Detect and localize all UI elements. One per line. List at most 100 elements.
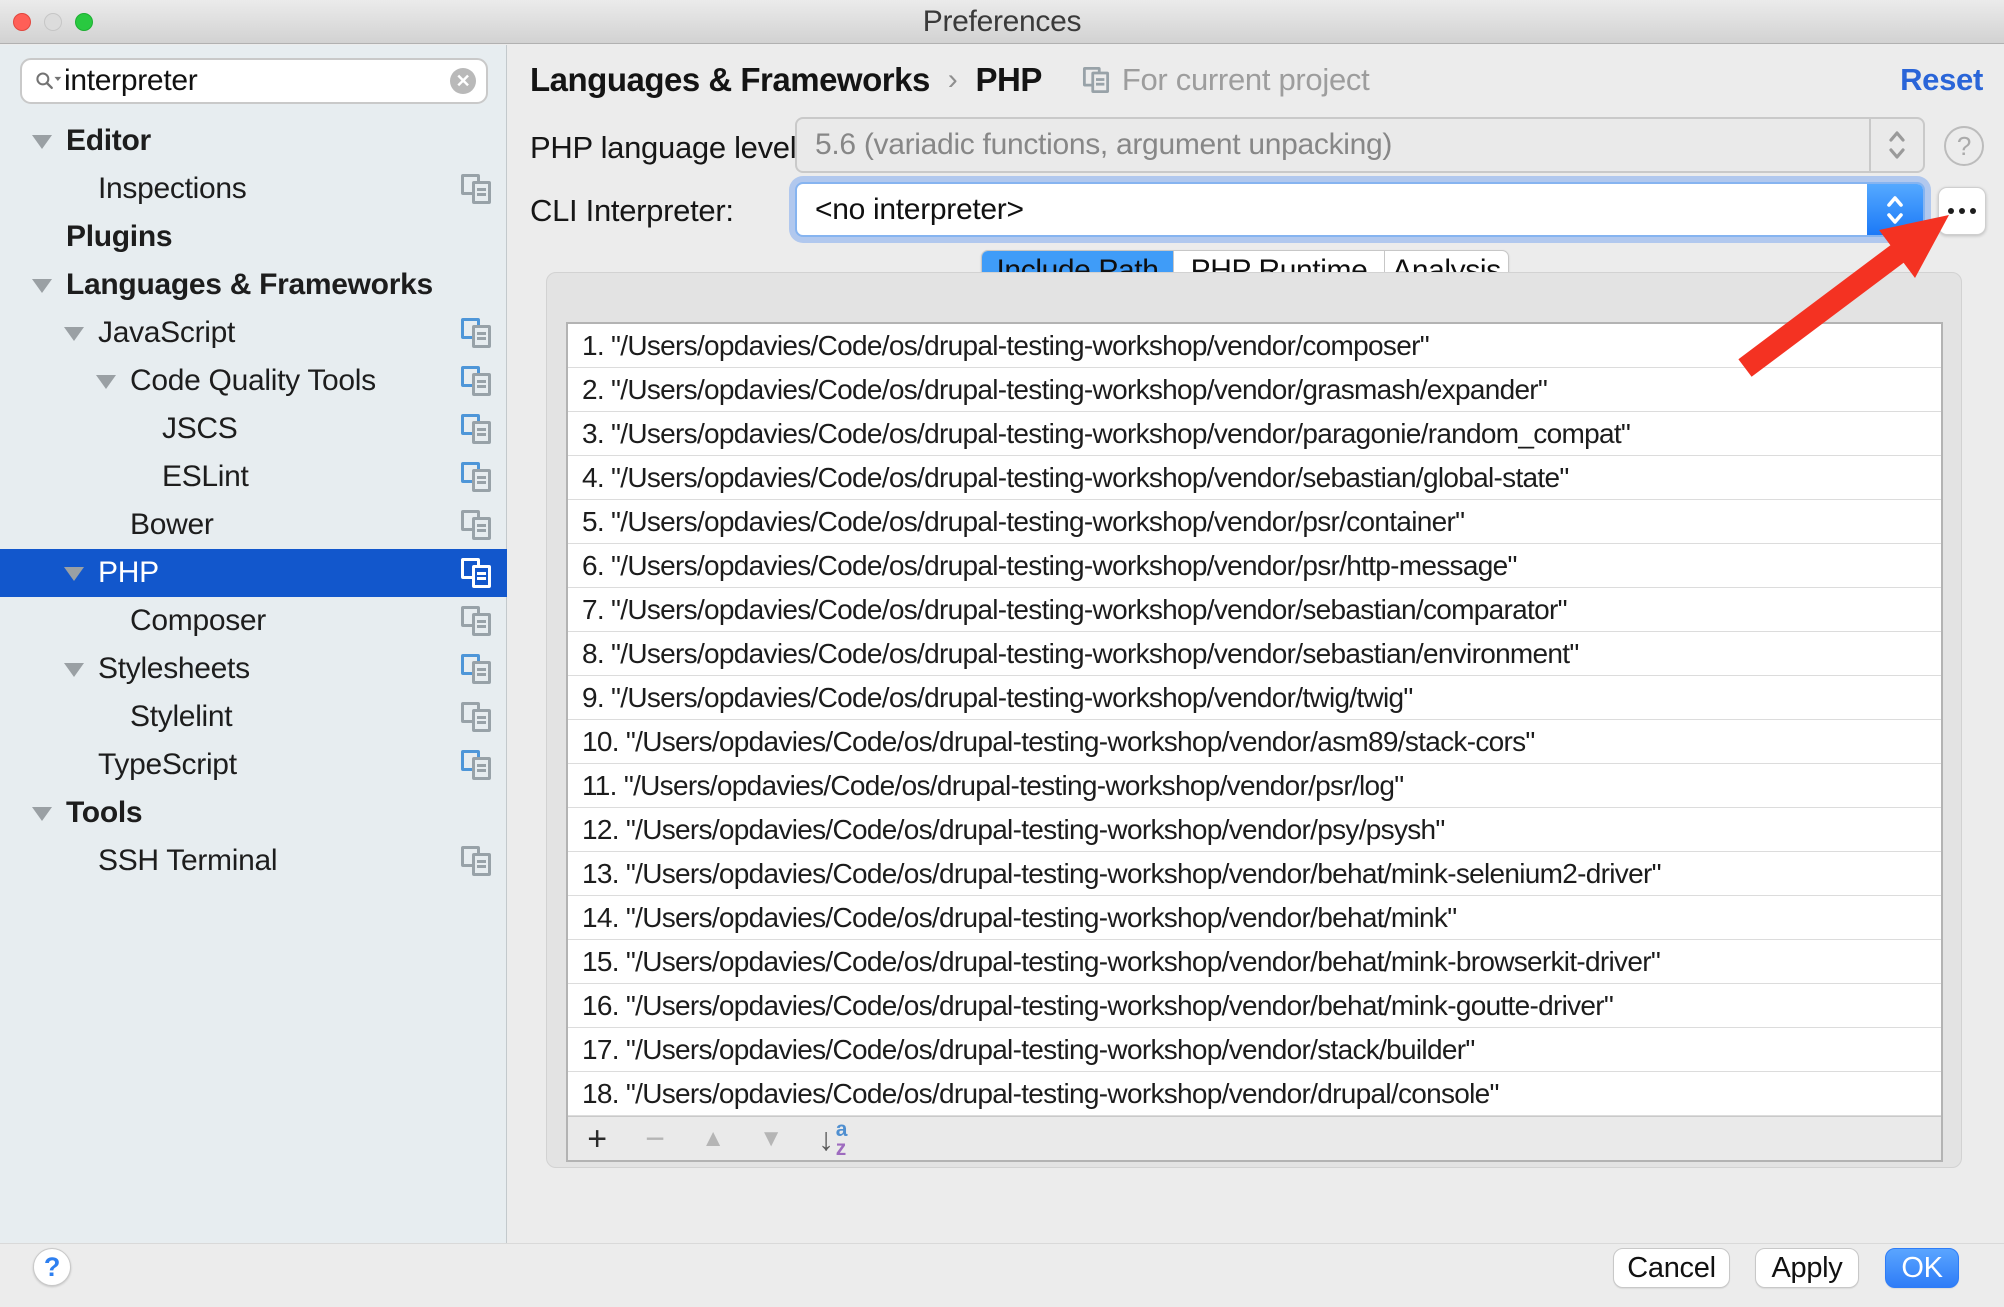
chevron-down-icon[interactable] <box>96 375 116 389</box>
ok-button[interactable]: OK <box>1885 1248 1959 1288</box>
sidebar-item-label: Languages & Frameworks <box>66 268 433 302</box>
include-path-row[interactable]: 15. "/Users/opdavies/Code/os/drupal-test… <box>568 940 1941 984</box>
chevron-down-icon[interactable] <box>32 135 52 149</box>
scope-label: For current project <box>1122 62 1370 98</box>
sidebar-item-eslint[interactable]: ESLint <box>0 453 507 501</box>
chevron-down-icon[interactable] <box>64 327 84 341</box>
language-level-value: 5.6 (variadic functions, argument unpack… <box>815 119 1392 171</box>
move-down-button: ▼ <box>742 1119 800 1159</box>
include-path-row[interactable]: 17. "/Users/opdavies/Code/os/drupal-test… <box>568 1028 1941 1072</box>
sidebar-item-php[interactable]: PHP <box>0 549 507 597</box>
sidebar-item-ssh-terminal[interactable]: SSH Terminal <box>0 837 507 885</box>
help-button[interactable]: ? <box>33 1248 71 1286</box>
include-path-row[interactable]: 13. "/Users/opdavies/Code/os/drupal-test… <box>568 852 1941 896</box>
traffic-lights <box>13 13 93 31</box>
list-toolbar: +−▲▼↓az <box>568 1116 1941 1160</box>
zoom-window-button[interactable] <box>75 13 93 31</box>
sidebar-item-stylesheets[interactable]: Stylesheets <box>0 645 507 693</box>
sidebar-item-typescript[interactable]: TypeScript <box>0 741 507 789</box>
settings-copy-icon <box>461 462 491 492</box>
sort-alphabetically-button[interactable]: ↓az <box>818 1120 847 1158</box>
sidebar-item-label: Composer <box>130 604 266 638</box>
settings-copy-icon <box>461 318 491 348</box>
footer-bar: ? Cancel Apply OK <box>0 1243 2004 1307</box>
breadcrumb-php[interactable]: PHP <box>976 61 1042 99</box>
sidebar-item-label: Stylelint <box>130 700 232 734</box>
chevron-down-icon[interactable] <box>32 279 52 293</box>
language-level-help-button[interactable]: ? <box>1944 126 1984 166</box>
sidebar-item-stylelint[interactable]: Stylelint <box>0 693 507 741</box>
settings-copy-icon <box>461 654 491 684</box>
sidebar-item-label: Bower <box>130 508 214 542</box>
settings-copy-icon <box>461 750 491 780</box>
include-path-row[interactable]: 9. "/Users/opdavies/Code/os/drupal-testi… <box>568 676 1941 720</box>
chevron-down-icon[interactable] <box>32 807 52 821</box>
include-path-row[interactable]: 4. "/Users/opdavies/Code/os/drupal-testi… <box>568 456 1941 500</box>
sidebar-item-label: Plugins <box>66 220 172 254</box>
sidebar-item-label: JavaScript <box>98 316 235 350</box>
sidebar-item-javascript[interactable]: JavaScript <box>0 309 507 357</box>
sidebar-item-plugins[interactable]: Plugins <box>0 213 507 261</box>
include-path-row[interactable]: 10. "/Users/opdavies/Code/os/drupal-test… <box>568 720 1941 764</box>
titlebar: Preferences <box>0 0 2004 44</box>
cli-interpreter-browse-button[interactable] <box>1938 187 1986 235</box>
apply-button[interactable]: Apply <box>1755 1248 1859 1288</box>
settings-copy-icon <box>461 174 491 204</box>
include-path-row[interactable]: 11. "/Users/opdavies/Code/os/drupal-test… <box>568 764 1941 808</box>
settings-search-box[interactable]: ✕ <box>20 58 488 104</box>
sidebar-item-code-quality-tools[interactable]: Code Quality Tools <box>0 357 507 405</box>
sidebar-item-label: ESLint <box>162 460 249 494</box>
sidebar-item-languages-frameworks[interactable]: Languages & Frameworks <box>0 261 507 309</box>
breadcrumb-separator: › <box>948 63 958 97</box>
sidebar-item-editor[interactable]: Editor <box>0 117 507 165</box>
include-path-row[interactable]: 3. "/Users/opdavies/Code/os/drupal-testi… <box>568 412 1941 456</box>
sidebar-item-label: TypeScript <box>98 748 237 782</box>
sidebar-item-label: PHP <box>98 556 159 590</box>
include-path-row[interactable]: 7. "/Users/opdavies/Code/os/drupal-testi… <box>568 588 1941 632</box>
breadcrumb: Languages & Frameworks › PHP For current… <box>530 58 1369 102</box>
include-path-row[interactable]: 6. "/Users/opdavies/Code/os/drupal-testi… <box>568 544 1941 588</box>
sidebar-item-label: Editor <box>66 124 151 158</box>
language-level-select: 5.6 (variadic functions, argument unpack… <box>795 117 1925 173</box>
scope-indicator: For current project <box>1082 62 1370 98</box>
reset-link[interactable]: Reset <box>1900 62 1983 98</box>
settings-copy-icon <box>461 558 491 588</box>
cli-interpreter-select[interactable]: <no interpreter> <box>795 182 1925 237</box>
settings-copy-icon <box>461 414 491 444</box>
include-path-row[interactable]: 14. "/Users/opdavies/Code/os/drupal-test… <box>568 896 1941 940</box>
chevron-down-icon[interactable] <box>64 567 84 581</box>
cli-interpreter-value: <no interpreter> <box>815 184 1024 236</box>
settings-tree: Editor Inspections Plugins Languages & Fram… <box>0 117 507 885</box>
include-path-list: 1. "/Users/opdavies/Code/os/drupal-testi… <box>566 322 1943 1162</box>
cli-interpreter-label: CLI Interpreter: <box>530 193 734 229</box>
clear-search-icon[interactable]: ✕ <box>450 68 476 94</box>
include-path-row[interactable]: 18. "/Users/opdavies/Code/os/drupal-test… <box>568 1072 1941 1116</box>
settings-copy-icon <box>461 606 491 636</box>
sort-az-icon: az <box>836 1120 847 1158</box>
add-button[interactable]: + <box>568 1119 626 1159</box>
search-input[interactable] <box>64 64 450 98</box>
include-path-row[interactable]: 12. "/Users/opdavies/Code/os/drupal-test… <box>568 808 1941 852</box>
language-level-stepper-icon <box>1869 119 1923 171</box>
sidebar-item-inspections[interactable]: Inspections <box>0 165 507 213</box>
sidebar-item-label: JSCS <box>162 412 238 446</box>
sidebar-item-composer[interactable]: Composer <box>0 597 507 645</box>
include-path-row[interactable]: 16. "/Users/opdavies/Code/os/drupal-test… <box>568 984 1941 1028</box>
chevron-down-icon[interactable] <box>64 663 84 677</box>
include-path-row[interactable]: 2. "/Users/opdavies/Code/os/drupal-testi… <box>568 368 1941 412</box>
include-path-row[interactable]: 8. "/Users/opdavies/Code/os/drupal-testi… <box>568 632 1941 676</box>
sidebar-item-label: Inspections <box>98 172 246 206</box>
remove-button: − <box>626 1119 684 1159</box>
sidebar-item-label: Code Quality Tools <box>130 364 376 398</box>
include-path-row[interactable]: 1. "/Users/opdavies/Code/os/drupal-testi… <box>568 324 1941 368</box>
cli-interpreter-stepper-icon[interactable] <box>1867 184 1923 235</box>
sidebar-item-bower[interactable]: Bower <box>0 501 507 549</box>
search-icon[interactable] <box>34 64 64 98</box>
breadcrumb-languages-frameworks[interactable]: Languages & Frameworks <box>530 61 930 99</box>
language-level-label: PHP language level: <box>530 130 805 166</box>
sidebar-item-jscs[interactable]: JSCS <box>0 405 507 453</box>
sidebar-item-tools[interactable]: Tools <box>0 789 507 837</box>
include-path-row[interactable]: 5. "/Users/opdavies/Code/os/drupal-testi… <box>568 500 1941 544</box>
cancel-button[interactable]: Cancel <box>1613 1248 1730 1288</box>
close-window-button[interactable] <box>13 13 31 31</box>
